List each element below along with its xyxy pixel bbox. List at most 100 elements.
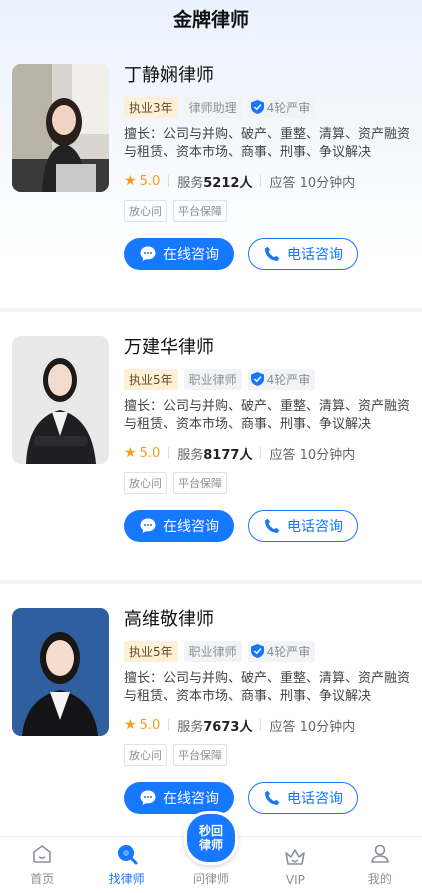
lawyer-photo[interactable] (12, 608, 109, 736)
divider (260, 719, 262, 731)
chat-bubble-icon (140, 246, 156, 261)
bottom-tab-bar: 首页 找律师 秒回 律师 问律师 VIP 我的 (0, 811, 422, 893)
consult-actions: 在线咨询 电话咨询 (124, 238, 412, 270)
review-label: 4轮严审 (266, 372, 311, 387)
phone-consult-button[interactable]: 电话咨询 (248, 510, 358, 542)
served-label: 服务 (177, 447, 204, 463)
lawyer-tags: 执业5年 职业律师 4轮严审 (124, 640, 412, 662)
served-label: 服务 (177, 175, 204, 191)
lawyer-info: 万建华律师 执业5年 职业律师 4轮严审 擅长：公司与并购、破产、重整、清算、资… (124, 334, 412, 542)
tab-find-lawyer-label: 找律师 (108, 872, 145, 886)
tab-home-label: 首页 (30, 872, 55, 886)
review-label: 4轮严审 (266, 100, 311, 115)
rating-value: 5.0 (139, 173, 161, 189)
lawyer-info: 高维敬律师 执业5年 职业律师 4轮严审 擅长：公司与并购、破产、重整、清算、资… (124, 606, 412, 814)
crown-icon (285, 849, 306, 865)
badge: 放心问 (124, 744, 167, 766)
shield-check-icon (250, 100, 264, 114)
lawyer-card[interactable]: 万建华律师 执业5年 职业律师 4轮严审 擅长：公司与并购、破产、重整、清算、资… (0, 312, 422, 584)
online-consult-button[interactable]: 在线咨询 (124, 238, 234, 270)
lawyer-tags: 执业3年 律师助理 4轮严审 (124, 96, 412, 118)
chat-bubble-icon (140, 790, 156, 805)
served-count: 5212人 (203, 175, 253, 191)
lawyer-card[interactable]: 丁静娴律师 执业3年 律师助理 4轮严审 擅长：公司与并购、破产、重整、清算、资… (0, 40, 422, 312)
badge: 平台保障 (173, 472, 227, 494)
role-tag: 职业律师 (183, 368, 242, 390)
shield-check-icon (250, 372, 264, 386)
review-label: 4轮严审 (266, 644, 311, 659)
tab-ask-lawyer[interactable]: 秒回 律师 问律师 (169, 811, 253, 893)
served-label: 服务 (177, 719, 204, 735)
divider (168, 175, 170, 187)
expertise-text: 擅长：公司与并购、破产、重整、清算、资产融资与租赁、资本市场、商事、刑事、争议解… (124, 399, 411, 432)
rating-value: 5.0 (139, 717, 161, 733)
lawyer-photo[interactable] (12, 336, 109, 464)
badge: 平台保障 (173, 200, 227, 222)
expertise-text: 擅长：公司与并购、破产、重整、清算、资产融资与租赁、资本市场、商事、刑事、争议解… (124, 671, 411, 704)
review-tag: 4轮严审 (247, 368, 316, 390)
tab-find-lawyer[interactable]: 找律师 (84, 837, 168, 893)
guarantee-badges: 放心问 平台保障 (124, 200, 412, 222)
lawyer-info: 丁静娴律师 执业3年 律师助理 4轮严审 擅长：公司与并购、破产、重整、清算、资… (124, 62, 412, 270)
badge: 放心问 (124, 472, 167, 494)
page-title: 金牌律师 (172, 9, 249, 31)
tab-home[interactable]: 首页 (0, 837, 84, 893)
guarantee-badges: 放心问 平台保障 (124, 744, 412, 766)
lawyer-name: 万建华律师 (124, 337, 214, 358)
search-icon (117, 845, 138, 865)
consult-actions: 在线咨询 电话咨询 (124, 510, 412, 542)
tab-ask-lawyer-label: 问律师 (193, 872, 230, 886)
phone-consult-label: 电话咨询 (287, 519, 343, 535)
phone-icon (265, 246, 280, 261)
experience-tag: 执业5年 (124, 368, 178, 390)
badge: 放心问 (124, 200, 167, 222)
bubble-text-line1: 秒回 (199, 824, 224, 838)
lawyer-tags: 执业5年 职业律师 4轮严审 (124, 368, 412, 390)
phone-consult-button[interactable]: 电话咨询 (248, 238, 358, 270)
lawyer-stats: ★ 5.0 服务 8177人 应答 10分钟内 (124, 444, 412, 463)
divider (168, 447, 170, 459)
lawyer-stats: ★ 5.0 服务 7673人 应答 10分钟内 (124, 716, 412, 735)
role-tag: 职业律师 (183, 640, 242, 662)
divider (260, 447, 262, 459)
served-count: 8177人 (203, 447, 253, 463)
phone-consult-button[interactable]: 电话咨询 (248, 782, 358, 814)
online-consult-button[interactable]: 在线咨询 (124, 782, 234, 814)
lawyer-stats: ★ 5.0 服务 5212人 应答 10分钟内 (124, 172, 412, 191)
star-icon: ★ (124, 717, 137, 733)
lawyer-list[interactable]: 丁静娴律师 执业3年 律师助理 4轮严审 擅长：公司与并购、破产、重整、清算、资… (0, 40, 422, 837)
online-consult-label: 在线咨询 (163, 519, 219, 535)
response-time: 应答 10分钟内 (269, 447, 356, 463)
response-time: 应答 10分钟内 (269, 175, 356, 191)
review-tag: 4轮严审 (247, 640, 316, 662)
bubble-text-line2: 律师 (199, 838, 224, 852)
quick-reply-lawyer-icon[interactable]: 秒回 律师 (184, 811, 239, 865)
lawyer-name: 丁静娴律师 (124, 65, 214, 86)
divider (260, 175, 262, 187)
home-icon (33, 845, 52, 863)
review-tag: 4轮严审 (247, 96, 316, 118)
star-icon: ★ (124, 445, 137, 461)
experience-tag: 执业3年 (124, 96, 178, 118)
tab-vip-label: VIP (285, 873, 305, 887)
online-consult-label: 在线咨询 (163, 791, 219, 807)
phone-icon (265, 518, 280, 533)
guarantee-badges: 放心问 平台保障 (124, 472, 412, 494)
lawyer-photo[interactable] (12, 64, 109, 192)
divider (168, 719, 170, 731)
online-consult-button[interactable]: 在线咨询 (124, 510, 234, 542)
tab-vip[interactable]: VIP (253, 837, 337, 893)
expertise-text: 擅长：公司与并购、破产、重整、清算、资产融资与租赁、资本市场、商事、刑事、争议解… (124, 127, 411, 160)
consult-actions: 在线咨询 电话咨询 (124, 782, 412, 814)
phone-consult-label: 电话咨询 (287, 791, 343, 807)
served-count: 7673人 (203, 719, 253, 735)
phone-icon (265, 790, 280, 805)
chat-bubble-icon (140, 518, 156, 533)
badge: 平台保障 (173, 744, 227, 766)
online-consult-label: 在线咨询 (163, 247, 219, 263)
shield-check-icon (250, 644, 264, 658)
experience-tag: 执业5年 (124, 640, 178, 662)
lawyer-card[interactable]: 高维敬律师 执业5年 职业律师 4轮严审 擅长：公司与并购、破产、重整、清算、资… (0, 584, 422, 837)
phone-consult-label: 电话咨询 (287, 247, 343, 263)
tab-mine[interactable]: 我的 (338, 837, 422, 893)
